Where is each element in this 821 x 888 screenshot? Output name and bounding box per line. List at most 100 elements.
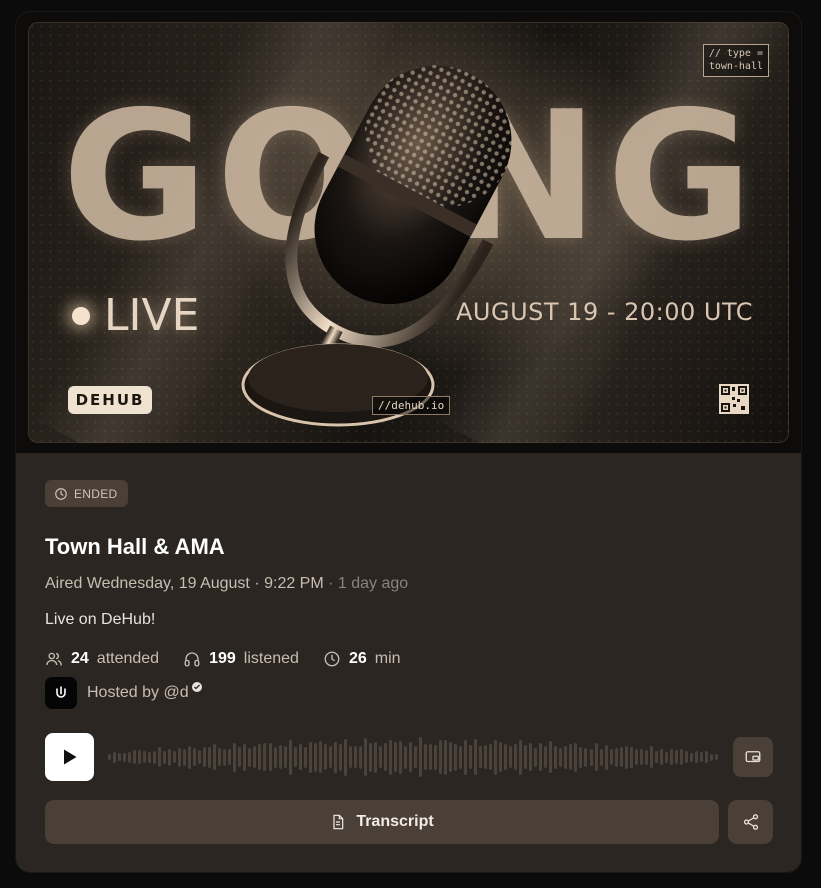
clock-icon [324,651,340,667]
waveform-bar [218,748,222,766]
waveform-bar [198,750,202,764]
waveform-bar [278,745,282,769]
waveform-bar [233,742,237,772]
waveform-bar [714,754,718,760]
banner-image: GOING [28,22,789,443]
waveform-bar [133,750,137,764]
waveform-bar [589,748,593,766]
waveform-bar [689,752,693,762]
banner-code-tag: // type = town-hall [702,44,769,77]
waveform-bar [243,743,247,771]
status-badge: ENDED [45,480,128,507]
waveform-bar [579,746,583,768]
transcript-label: Transcript [356,813,434,830]
waveform-bar [454,743,458,771]
waveform-bar [704,751,708,763]
waveform-bar [158,747,162,767]
aired-info: Aired Wednesday, 19 August · 9:22 PM · 1… [45,575,408,593]
code-tag-line: town-hall [708,60,763,72]
banner-date: AUGUST 19 - 20:00 UTC [456,298,753,326]
waveform-bar [634,749,638,765]
waveform-bar [353,746,357,768]
waveform-bar [599,748,603,766]
waveform-bar [649,746,653,768]
event-stats: 24 attended 199 listened 26 min [45,650,425,668]
waveform-bar [564,745,568,769]
waveform-bar [108,754,111,760]
waveform-bar [709,753,713,761]
users-icon [46,652,62,666]
waveform-bar [193,748,197,766]
waveform-bar [484,745,488,769]
play-button[interactable] [45,733,94,781]
cast-button[interactable] [733,737,773,777]
waveform-bar [439,740,443,774]
waveform-bar [554,745,558,769]
waveform-bar [373,741,377,773]
waveform-bar [303,746,307,768]
waveform-bar [469,745,473,769]
cast-icon [745,751,761,763]
relative-time: · 1 day ago [328,575,409,592]
waveform-bar [253,746,257,768]
waveform-bar [624,745,628,769]
waveform-bar [368,742,372,772]
waveform-bar [684,751,688,763]
waveform-bar [644,749,648,765]
listened-label: listened [243,650,299,667]
waveform-bar [519,739,523,775]
waveform-bar [203,747,207,767]
waveform-bar [308,741,312,773]
waveform-bar [258,744,262,770]
waveform-bar [293,747,297,767]
listened-count: 199 [209,650,236,667]
waveform-bar [659,749,663,765]
waveform-bar [494,739,498,775]
clock-icon [55,487,67,500]
waveform-bar [313,742,317,772]
host-avatar[interactable] [45,677,77,709]
event-card: GOING [16,12,801,872]
waveform-bar [153,750,157,764]
document-icon [333,814,344,830]
waveform-bar [363,738,367,776]
waveform-bar [168,748,172,766]
duration-label: min [374,650,401,667]
transcript-button[interactable]: Transcript [45,800,719,844]
audio-waveform[interactable] [108,734,718,780]
waveform-bar [549,741,553,773]
event-description: Live on DeHub! [45,611,156,628]
waveform-bar [213,744,217,770]
waveform-bar [479,746,483,768]
waveform-bar [358,745,362,769]
waveform-bar [489,744,493,770]
waveform-bar [113,751,117,763]
waveform-bar [569,744,573,770]
waveform-bar [118,753,122,761]
headphones-icon [184,652,200,667]
aired-date: Aired Wednesday, 19 August · 9:22 PM [45,575,324,592]
waveform-bar [323,744,327,770]
share-button[interactable] [728,800,773,844]
waveform-bar [388,739,392,775]
host-label[interactable]: Hosted by @d [87,684,189,702]
waveform-bar [148,751,152,763]
waveform-bar [459,745,463,769]
waveform-bar [619,747,623,767]
waveform-bar [604,744,608,770]
waveform-bar [138,750,142,764]
waveform-bar [143,751,147,763]
qr-code-icon [719,384,749,414]
waveform-bar [524,745,528,769]
waveform-bar [128,751,132,763]
waveform-bar [674,750,678,764]
waveform-bar [509,746,513,768]
waveform-bar [499,742,503,772]
waveform-bar [248,747,252,767]
host-info[interactable]: Hosted by @d [45,677,203,709]
waveform-bar [183,748,187,766]
waveform-bar [163,750,167,764]
share-icon [743,814,758,830]
attended-count: 24 [71,650,89,667]
waveform-bar [408,742,412,772]
